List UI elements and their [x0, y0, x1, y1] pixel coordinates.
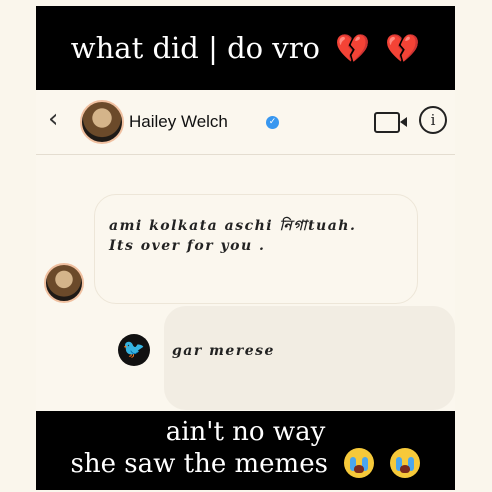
contact-name[interactable]: Hailey Welch: [129, 112, 228, 132]
bottom-caption: ain't no way she saw the memes: [36, 411, 455, 490]
bottom-caption-line2: she saw the memes: [70, 449, 328, 479]
verified-badge-icon: ✓: [266, 116, 279, 129]
bottom-caption-line1: ain't no way: [165, 417, 326, 447]
top-caption: what did | do vro 💔 💔: [36, 6, 455, 90]
back-arrow-icon[interactable]: ‹: [48, 104, 58, 134]
video-call-icon[interactable]: [374, 112, 407, 133]
meme-frame: what did | do vro 💔 💔 ‹ Hailey Welch ✓ i…: [36, 6, 455, 490]
crying-face-icon: [390, 448, 421, 478]
broken-heart-icon: 💔: [385, 32, 421, 65]
sender-avatar[interactable]: [44, 263, 84, 303]
incoming-message[interactable]: ami kolkata aschi নিগাtuah. Its over for…: [94, 194, 418, 304]
message-line: ami kolkata aschi নিগাtuah.: [109, 218, 357, 234]
outgoing-message[interactable]: gar merese: [164, 306, 455, 410]
broken-heart-icon: 💔: [335, 32, 371, 65]
chat-header: ‹ Hailey Welch ✓ i: [36, 90, 455, 155]
message-line: Its over for you .: [109, 238, 266, 254]
avatar[interactable]: [80, 100, 124, 144]
reply-app-icon: 🐦: [118, 334, 150, 366]
crying-face-icon: [344, 448, 375, 478]
top-caption-text: what did | do vro: [70, 31, 321, 65]
message-text: gar merese: [172, 343, 275, 359]
info-icon[interactable]: i: [419, 106, 447, 134]
